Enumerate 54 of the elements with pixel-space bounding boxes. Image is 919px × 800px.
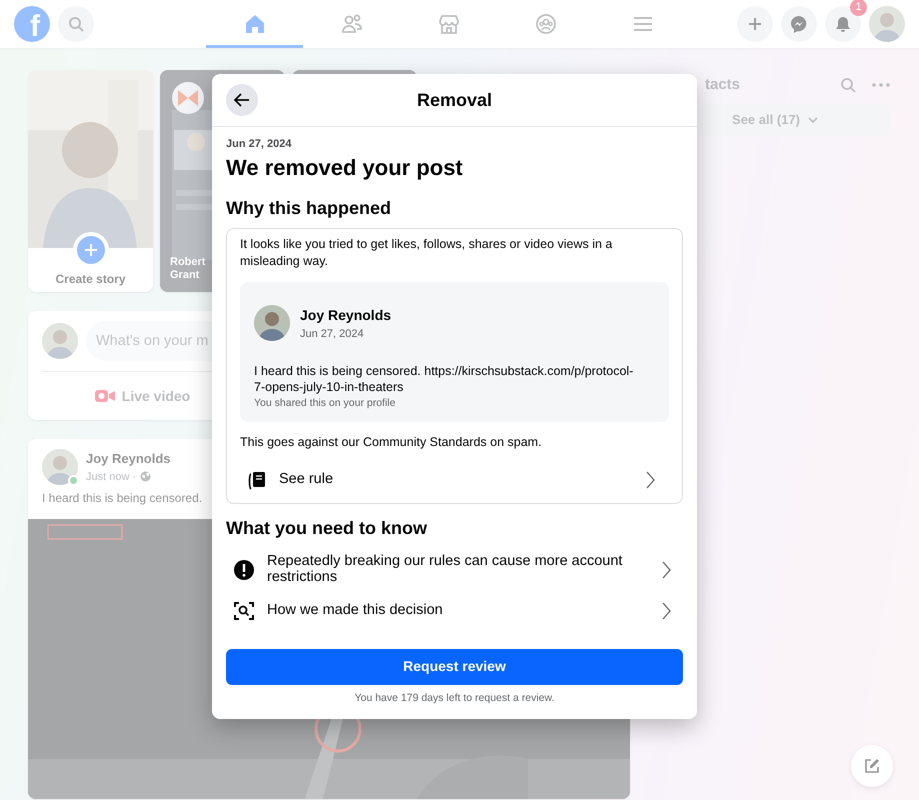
info-row[interactable]: Repeatedly breaking our rules can cause more account restrictions [226, 554, 683, 586]
people-icon [340, 12, 364, 36]
profile-avatar[interactable] [869, 6, 905, 42]
see-rule-link[interactable]: See rule [240, 469, 669, 491]
bell-icon [834, 15, 852, 33]
search-button[interactable] [58, 6, 94, 42]
date: Jun 27, 2024 [226, 137, 292, 152]
post-date: Jun 27, 2024 [300, 326, 365, 342]
author-name[interactable]: Joy Reynolds [86, 449, 171, 468]
info-row[interactable]: How we made this decision [226, 600, 683, 622]
chevron-right-icon [646, 471, 655, 490]
new-message-button[interactable] [851, 745, 893, 787]
post-time: Just now · [86, 470, 136, 484]
messenger-button[interactable] [781, 6, 817, 42]
reason-text: It looks like you tried to get likes, follows, shares or video views in a misleading way. [240, 236, 614, 270]
request-review-button[interactable]: Request review [226, 648, 683, 685]
book-icon [247, 470, 267, 490]
notification-badge: 1 [850, 0, 867, 16]
story-card[interactable]: Create story [28, 70, 153, 292]
magnifier-frame-icon [233, 600, 255, 622]
story-name: Robert Grant [170, 256, 206, 282]
plus-icon [747, 16, 763, 32]
standards-text: This goes against our Community Standards on spam. [240, 434, 543, 452]
chevron-right-icon [662, 560, 671, 579]
more-icon[interactable] [872, 83, 890, 87]
warning-icon [233, 558, 255, 581]
video-camera-icon [94, 388, 116, 404]
search-icon [68, 16, 84, 32]
avatar [254, 305, 290, 342]
chevron-down-icon [808, 117, 818, 123]
author-name: Joy Reynolds [300, 306, 392, 325]
contacts-title: tacts [705, 74, 740, 95]
post-text: I heard this is being censored. https://kirschsubstack.com/p/protocol-7-opens-july-10-in-theaters [254, 363, 634, 396]
logo[interactable]: f [14, 6, 50, 42]
footnote: You have 179 days left to request a review. [354, 690, 556, 706]
section-heading: Why this happened [226, 196, 392, 220]
group-icon [534, 12, 558, 36]
compose-icon [863, 757, 881, 775]
plus-icon [84, 243, 98, 257]
heading: We removed your post [226, 154, 464, 181]
search-icon[interactable] [840, 77, 856, 93]
avatar [42, 449, 78, 485]
back-arrow-icon [234, 93, 250, 107]
section-heading: What you need to know [226, 516, 428, 540]
create-button[interactable] [737, 6, 773, 42]
back-button[interactable] [226, 84, 258, 116]
chevron-right-icon [662, 602, 671, 620]
dialog-title: Removal [416, 88, 492, 112]
shared-note: You shared this on your profile [254, 396, 396, 411]
avatar [42, 323, 78, 359]
post-text: I heard this is being censored. [41, 490, 204, 507]
globe-icon [140, 471, 152, 482]
story-label: Create story [55, 272, 126, 286]
messenger-icon [789, 14, 809, 34]
